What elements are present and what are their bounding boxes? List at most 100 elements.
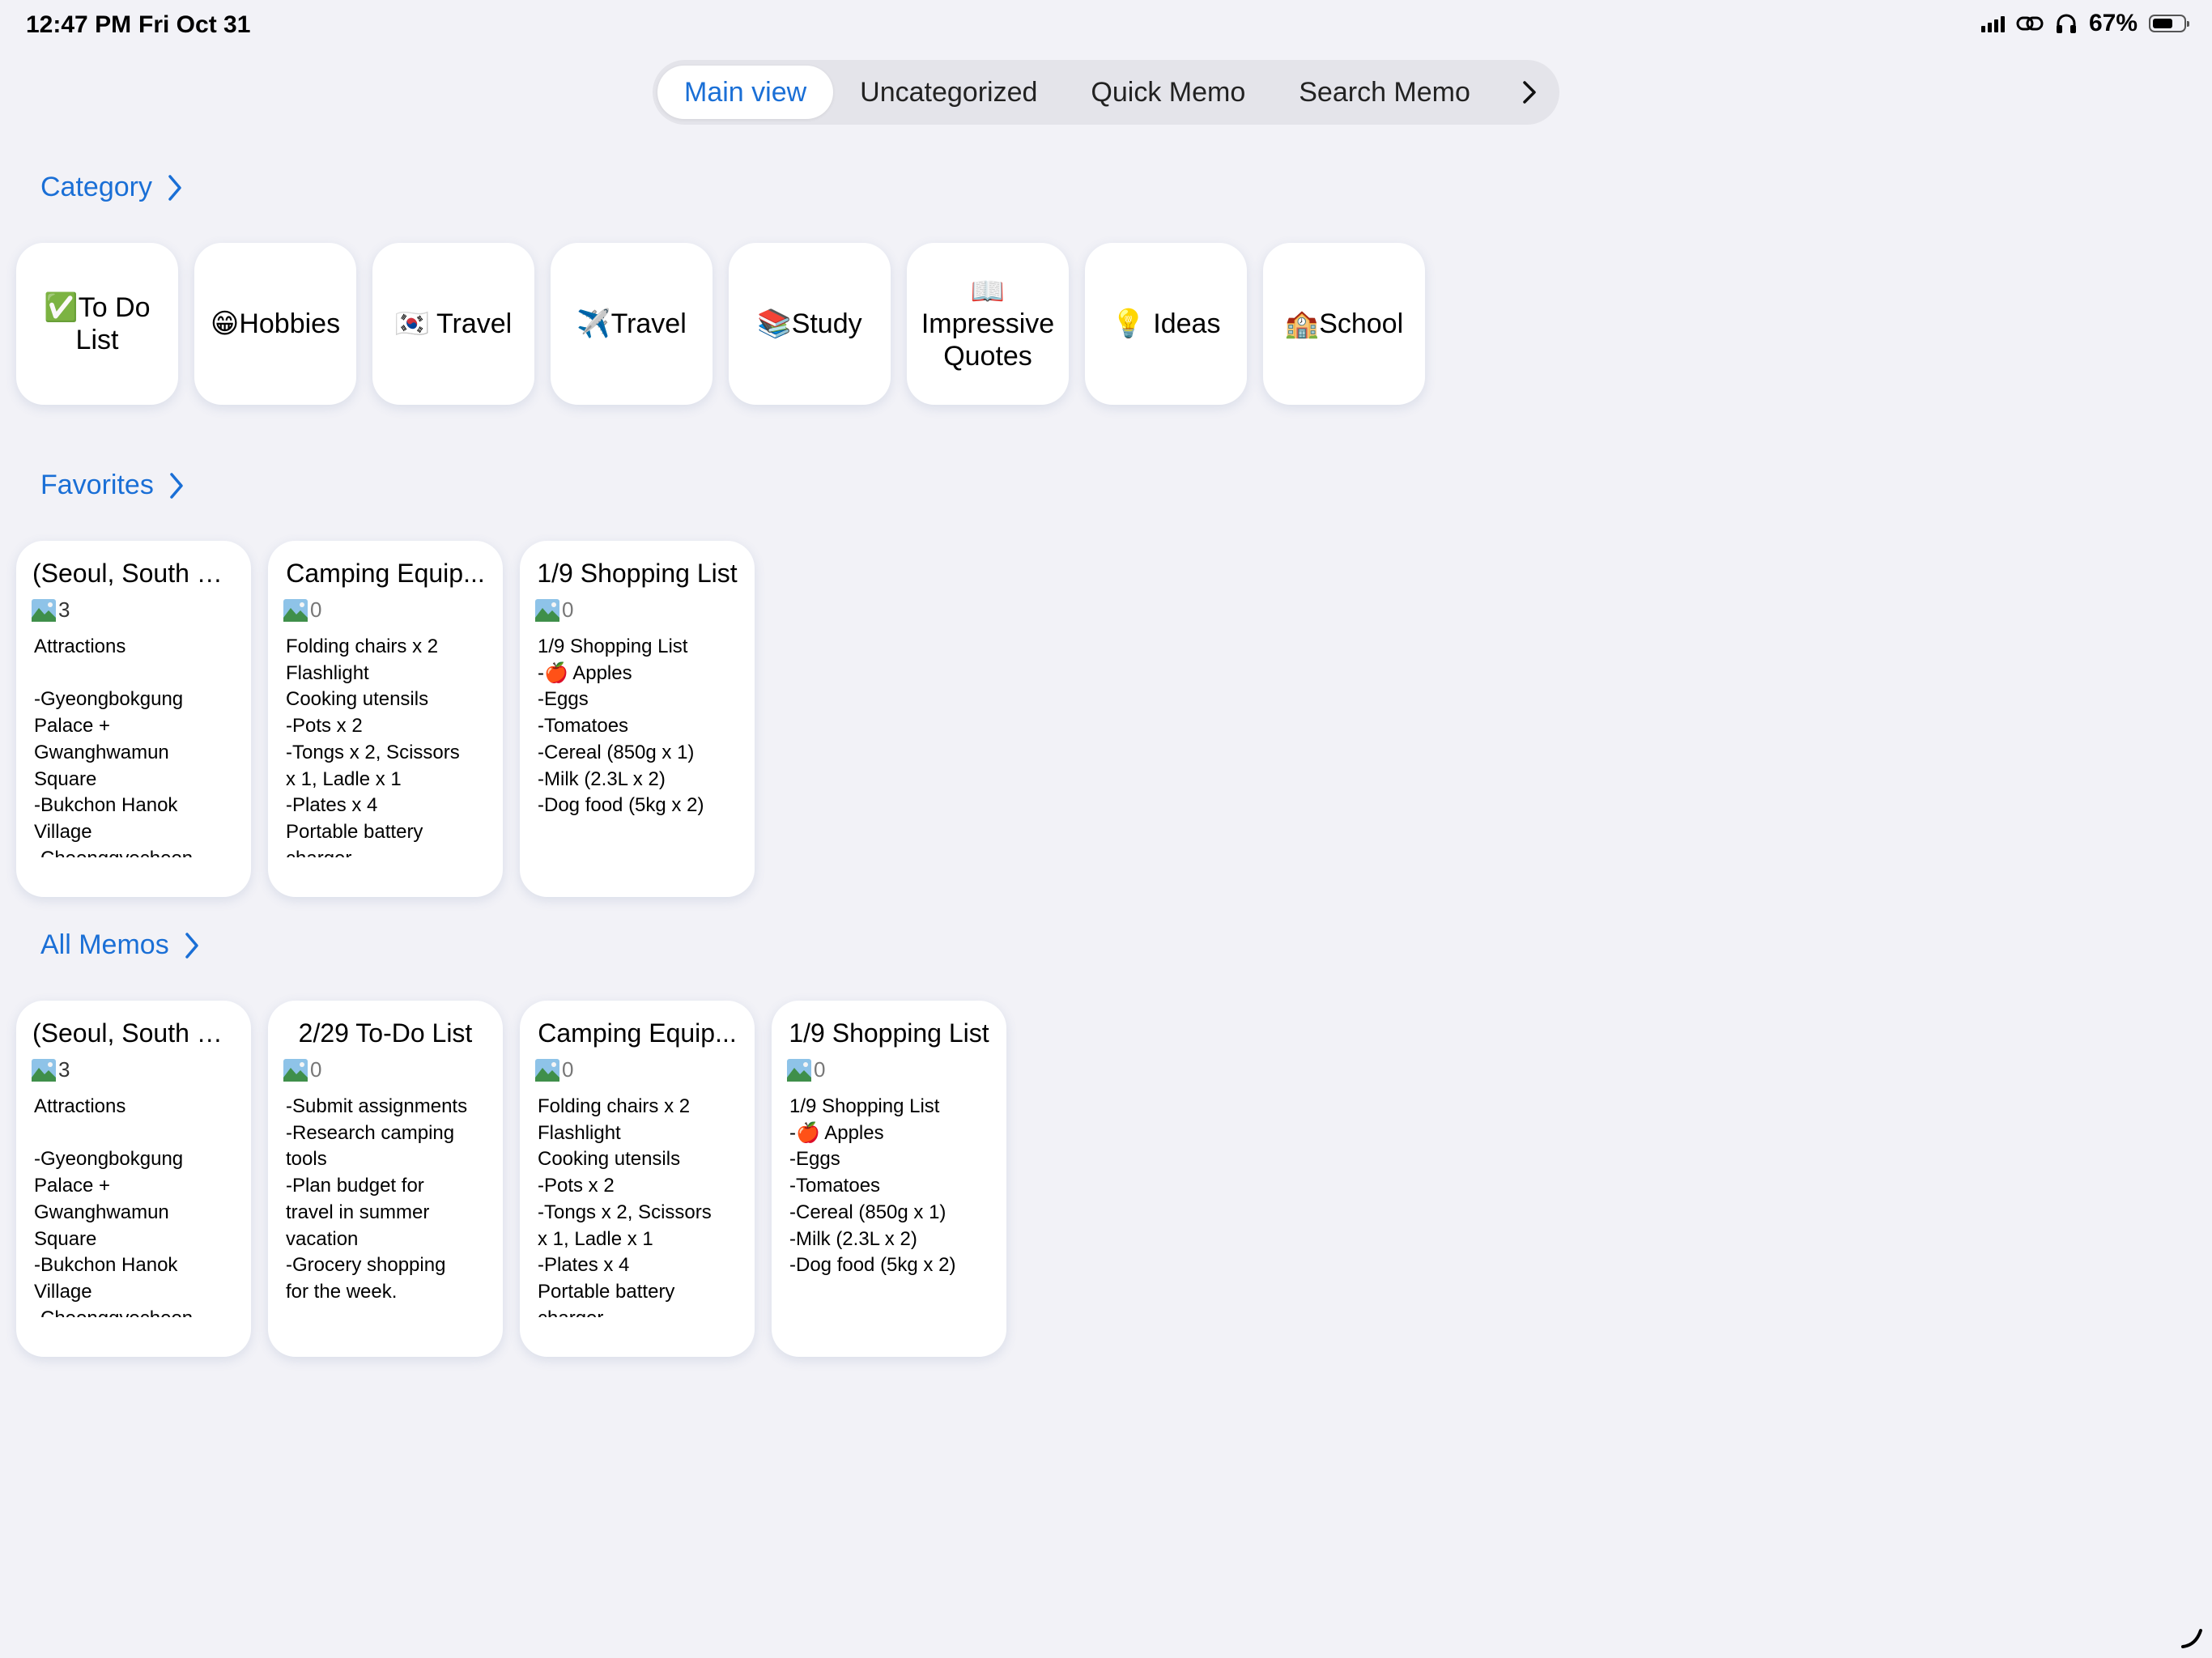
memo-preview-line: Folding chairs x 2 xyxy=(286,636,439,657)
memo-preview-line: Palace + xyxy=(34,1175,111,1197)
memo-preview-line: -🍎 Apples xyxy=(538,661,632,684)
photo-icon xyxy=(787,1058,811,1082)
memo-card[interactable]: (Seoul, South K... 3 Attractions -Gyeongbok… xyxy=(16,541,251,897)
chevron-right-icon xyxy=(1523,81,1536,104)
headphones-icon xyxy=(2056,14,2076,33)
chevron-right-icon xyxy=(170,472,183,499)
memo-card[interactable]: Camping Equip... 0 Folding chairs x 2 Flash… xyxy=(268,541,503,897)
memo-title: 1/9 Shopping List xyxy=(537,559,738,588)
memo-image-count: 3 xyxy=(31,597,235,623)
category-card-study[interactable]: 📚Study xyxy=(729,243,891,405)
memo-title: Camping Equip... xyxy=(538,1018,737,1048)
memo-image-count: 0 xyxy=(283,597,487,623)
memo-preview-line: -Tomatoes xyxy=(789,1175,881,1197)
status-time: 12:47 PM xyxy=(26,11,132,38)
memo-preview-line: 1/9 Shopping List xyxy=(789,1095,940,1117)
memo-preview-line: -Pots x 2 xyxy=(538,1175,615,1197)
memo-preview-line: Village xyxy=(34,1280,92,1303)
memo-image-count: 0 xyxy=(534,597,738,623)
memo-image-count: 0 xyxy=(786,1057,990,1082)
category-label: 📖 Impressive Quotes xyxy=(921,276,1055,372)
memo-preview: 1/9 Shopping List -🍎 Apples -Eggs -Tomatoes… xyxy=(789,1094,990,1317)
memo-preview-line: -Cheonggyecheon xyxy=(34,846,235,857)
favorites-list: (Seoul, South K... 3 Attractions -Gyeongbok… xyxy=(16,541,755,897)
photo-icon xyxy=(283,598,308,622)
memo-preview-line: for the week. xyxy=(286,1280,398,1303)
category-card-impressive-quotes[interactable]: 📖 Impressive Quotes xyxy=(907,243,1069,405)
link-icon xyxy=(2016,16,2044,31)
memo-card[interactable]: 1/9 Shopping List 0 1/9 Shopping List -🍎 Ap… xyxy=(520,541,755,897)
memo-preview-line: Flashlight xyxy=(538,1121,621,1144)
photo-icon xyxy=(535,598,559,622)
battery-icon xyxy=(2149,15,2189,32)
memo-preview-line: Square xyxy=(34,1227,97,1250)
category-card-ideas[interactable]: 💡 Ideas xyxy=(1085,243,1247,405)
memo-preview: Folding chairs x 2 Flashlight Cooking uten… xyxy=(538,1094,738,1317)
memo-image-count: 0 xyxy=(534,1057,738,1082)
image-count-value: 3 xyxy=(58,597,70,622)
tab-search-memo[interactable]: Search Memo xyxy=(1272,66,1497,119)
more-tabs-button[interactable] xyxy=(1517,66,1542,119)
category-label: 😁Hobbies xyxy=(210,308,341,339)
memo-preview-line: -Eggs xyxy=(789,1148,840,1171)
battery-percent: 67% xyxy=(2088,10,2138,36)
category-card-travel-plane[interactable]: ✈️Travel xyxy=(551,243,713,405)
memo-card[interactable]: 2/29 To-Do List 0 -Submit assignments -Rese… xyxy=(268,1001,503,1357)
memo-preview-line: charger xyxy=(538,1306,738,1317)
favorites-title: Favorites xyxy=(40,470,154,500)
memo-preview-line: Attractions xyxy=(34,1095,126,1117)
photo-icon xyxy=(32,1058,56,1082)
image-count-value: 0 xyxy=(310,1057,322,1082)
memo-card[interactable]: (Seoul, South K... 3 Attractions -Gyeongbok… xyxy=(16,1001,251,1357)
memo-preview: Attractions -Gyeongbokgung Palace + Gwanghw… xyxy=(34,1094,235,1317)
memo-preview-line: Attractions xyxy=(34,636,126,657)
category-card-hobbies[interactable]: 😁Hobbies xyxy=(194,243,356,405)
view-tabs: Main view Uncategorized Quick Memo Searc… xyxy=(653,60,1559,125)
all-memos-list: (Seoul, South K... 3 Attractions -Gyeongbok… xyxy=(16,1001,1006,1357)
tab-main-view[interactable]: Main view xyxy=(657,66,834,119)
tab-quick-memo[interactable]: Quick Memo xyxy=(1064,66,1272,119)
memo-preview-line xyxy=(34,661,235,687)
memo-preview-line: -Pots x 2 xyxy=(286,715,363,738)
status-bar: 12:47 PM Fri Oct 31 67% xyxy=(0,0,2212,52)
memo-preview-line: -Cereal (850g x 1) xyxy=(538,741,695,763)
memo-card[interactable]: 1/9 Shopping List 0 1/9 Shopping List -🍎 Ap… xyxy=(772,1001,1006,1357)
tab-uncategorized[interactable]: Uncategorized xyxy=(833,66,1064,119)
memo-preview-line: vacation xyxy=(286,1227,359,1250)
memo-preview-line: x 1, Ladle x 1 xyxy=(538,1227,653,1250)
memo-preview-line: Portable battery xyxy=(538,1280,675,1303)
category-label: 📚Study xyxy=(757,308,862,339)
memo-title: Camping Equip... xyxy=(286,559,485,588)
memo-preview-line: Gwanghwamun xyxy=(34,741,169,763)
photo-icon xyxy=(283,1058,308,1082)
memo-preview-line xyxy=(34,1120,235,1147)
image-count-value: 0 xyxy=(562,1057,574,1082)
chevron-right-icon xyxy=(185,932,198,959)
image-count-value: 3 xyxy=(58,1057,70,1082)
all-memos-header[interactable]: All Memos xyxy=(40,929,200,961)
memo-preview-line: Village xyxy=(34,820,92,843)
memo-preview-line: Portable battery xyxy=(286,820,423,843)
memo-preview-line: -Milk (2.3L x 2) xyxy=(789,1227,917,1250)
pencil-stroke-icon xyxy=(2181,1629,2202,1648)
category-card-to-do-list[interactable]: ✅To Do List xyxy=(16,243,178,405)
category-label: ✈️Travel xyxy=(576,308,687,339)
memo-image-count: 3 xyxy=(31,1057,235,1082)
memo-title: 2/29 To-Do List xyxy=(298,1018,473,1048)
memo-preview-line: -Gyeongbokgung xyxy=(34,1148,184,1171)
status-indicators: 67% xyxy=(1980,10,2189,37)
memo-preview: 1/9 Shopping List -🍎 Apples -Eggs -Tomatoes… xyxy=(538,634,738,857)
memo-preview-line: -Dog food (5kg x 2) xyxy=(538,794,704,817)
category-card-school[interactable]: 🏫School xyxy=(1263,243,1425,405)
memo-image-count: 0 xyxy=(283,1057,487,1082)
memo-preview-line: Flashlight xyxy=(286,661,369,684)
memo-preview-line: -Bukchon Hanok xyxy=(34,794,178,817)
category-label: 🏫School xyxy=(1284,308,1404,339)
memo-preview-line: -Dog food (5kg x 2) xyxy=(789,1254,956,1277)
memo-preview-line: travel in summer xyxy=(286,1201,430,1223)
category-title: Category xyxy=(40,172,152,202)
favorites-header[interactable]: Favorites xyxy=(40,470,185,501)
memo-card[interactable]: Camping Equip... 0 Folding chairs x 2 Flash… xyxy=(520,1001,755,1357)
category-header[interactable]: Category xyxy=(40,172,183,203)
category-card-travel-korea[interactable]: 🇰🇷 Travel xyxy=(372,243,534,405)
